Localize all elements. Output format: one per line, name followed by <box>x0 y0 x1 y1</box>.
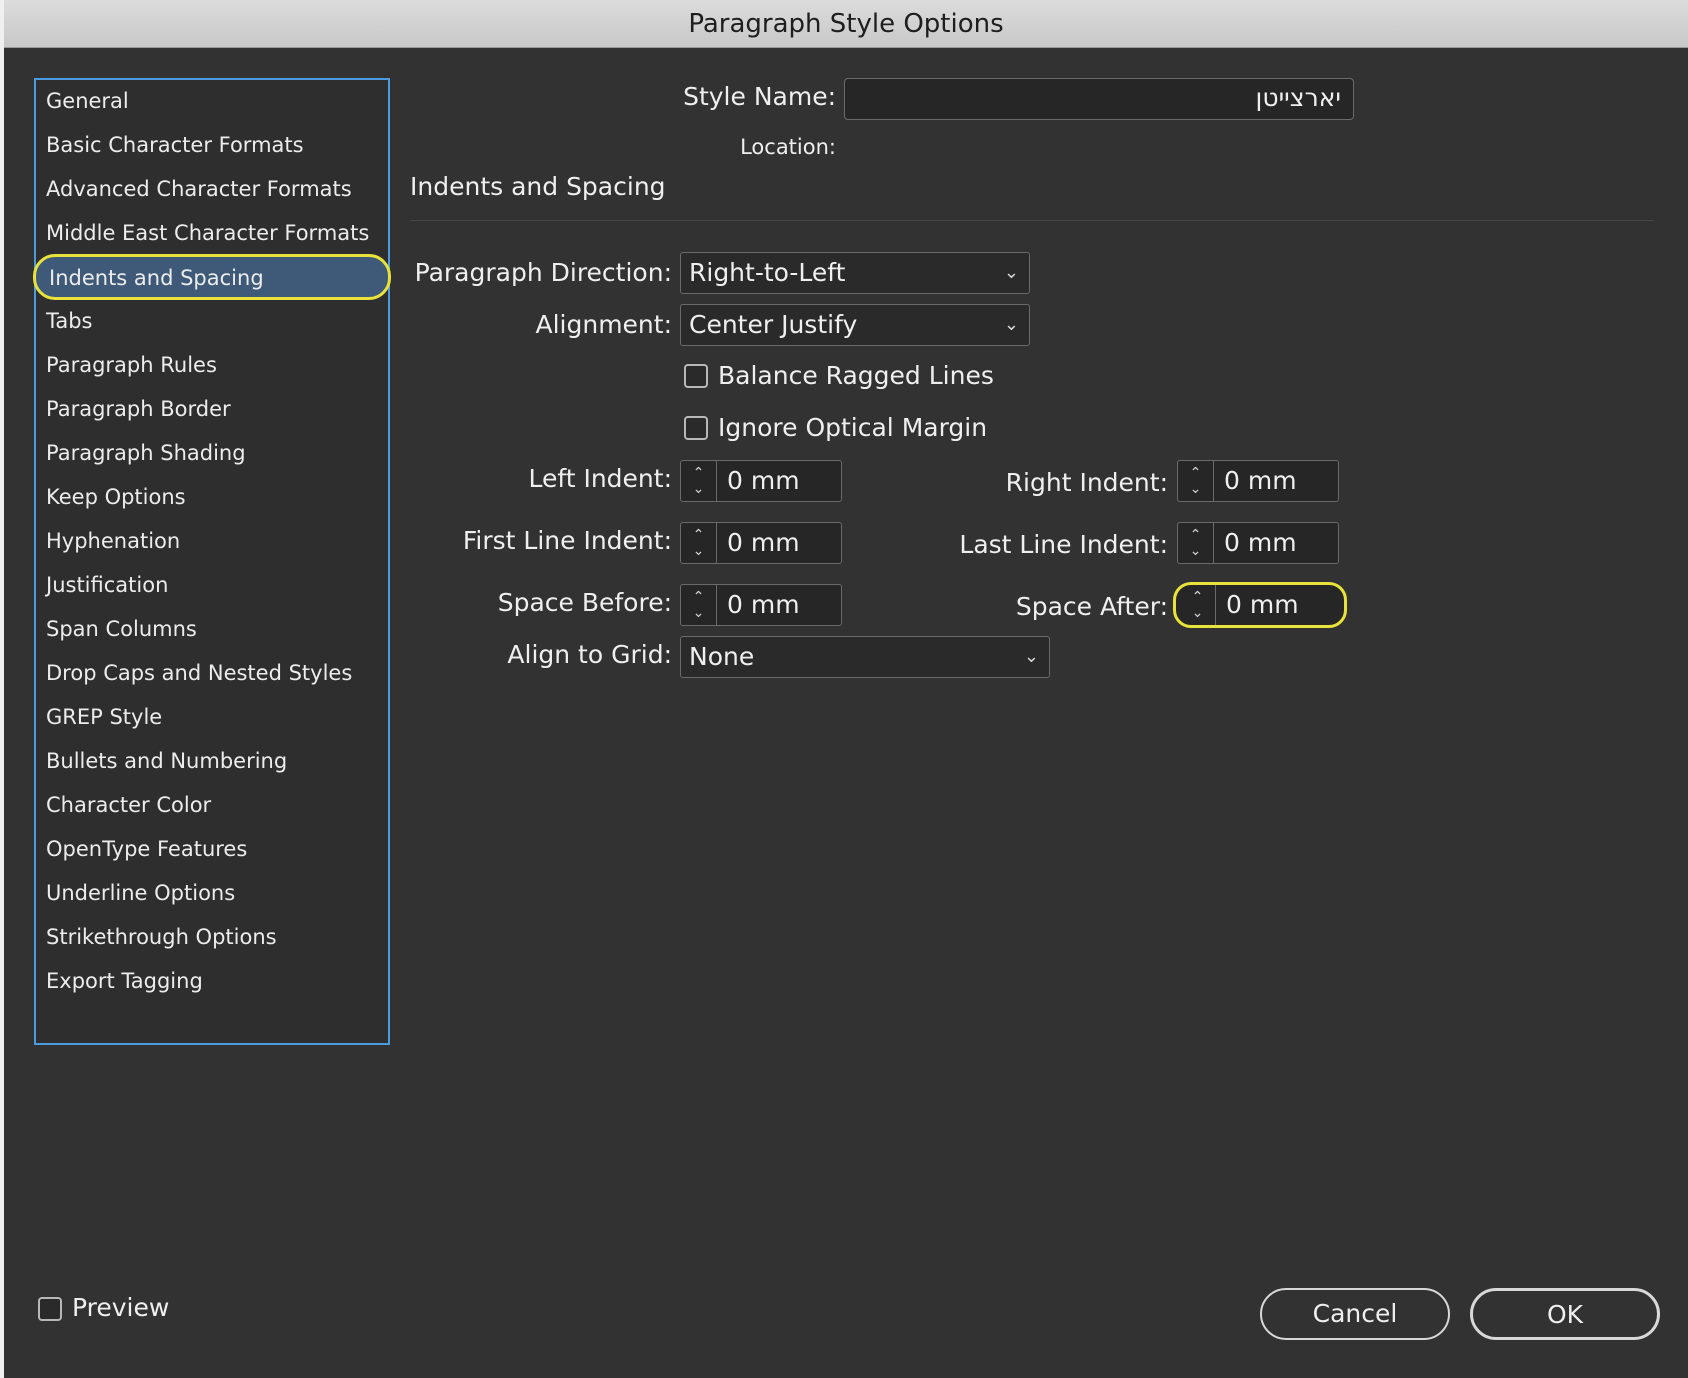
balance-ragged-lines-checkbox[interactable] <box>684 364 708 388</box>
sidebar-item-general[interactable]: General <box>36 80 388 122</box>
chevron-down-icon[interactable]: ⌄ <box>1192 605 1204 621</box>
chevron-up-icon[interactable]: ⌃ <box>1192 589 1204 605</box>
sidebar-item-tabs[interactable]: Tabs <box>36 300 388 342</box>
ignore-optical-margin-checkbox[interactable] <box>684 416 708 440</box>
preview-label: Preview <box>72 1293 170 1322</box>
paragraph-style-options-dialog: Paragraph Style Options General Basic Ch… <box>4 0 1688 1378</box>
stepper-arrows[interactable]: ⌃ ⌄ <box>681 461 717 501</box>
chevron-down-icon[interactable]: ⌄ <box>693 605 705 621</box>
stepper-arrows[interactable]: ⌃ ⌄ <box>1178 523 1214 563</box>
category-list: General Basic Character Formats Advanced… <box>33 78 391 1045</box>
space-before-value[interactable]: 0 mm <box>727 585 800 625</box>
last-line-indent-value[interactable]: 0 mm <box>1224 523 1297 563</box>
first-line-indent-stepper[interactable]: ⌃ ⌄ 0 mm <box>680 522 842 564</box>
space-after-value[interactable]: 0 mm <box>1226 585 1299 625</box>
sidebar-item-justification[interactable]: Justification <box>36 564 388 606</box>
sidebar-item-paragraph-border[interactable]: Paragraph Border <box>36 388 388 430</box>
chevron-down-icon: ⌄ <box>1003 262 1019 283</box>
chevron-down-icon: ⌄ <box>1003 314 1019 335</box>
align-to-grid-value: None <box>689 642 755 671</box>
ignore-optical-margin-label: Ignore Optical Margin <box>718 413 988 442</box>
stepper-arrows[interactable]: ⌃ ⌄ <box>681 523 717 563</box>
sidebar-item-export-tagging[interactable]: Export Tagging <box>36 960 388 1002</box>
sidebar-item-advanced-character-formats[interactable]: Advanced Character Formats <box>36 168 388 210</box>
stepper-arrows[interactable]: ⌃ ⌄ <box>1178 461 1214 501</box>
left-indent-value[interactable]: 0 mm <box>727 461 800 501</box>
chevron-up-icon[interactable]: ⌃ <box>693 465 705 481</box>
chevron-up-icon[interactable]: ⌃ <box>1190 465 1202 481</box>
first-line-indent-value[interactable]: 0 mm <box>727 523 800 563</box>
alignment-label: Alignment: <box>535 310 672 339</box>
sidebar-item-opentype-features[interactable]: OpenType Features <box>36 828 388 870</box>
sidebar-item-strikethrough-options[interactable]: Strikethrough Options <box>36 916 388 958</box>
chevron-down-icon[interactable]: ⌄ <box>1190 481 1202 497</box>
alignment-value: Center Justify <box>689 310 858 339</box>
last-line-indent-label: Last Line Indent: <box>959 530 1168 559</box>
space-after-stepper[interactable]: ⌃ ⌄ 0 mm <box>1173 582 1347 628</box>
ok-button[interactable]: OK <box>1470 1288 1660 1340</box>
right-indent-value[interactable]: 0 mm <box>1224 461 1297 501</box>
cancel-button[interactable]: Cancel <box>1260 1288 1450 1340</box>
preview-checkbox[interactable] <box>38 1297 62 1321</box>
title-bar: Paragraph Style Options <box>4 0 1688 48</box>
sidebar-item-hyphenation[interactable]: Hyphenation <box>36 520 388 562</box>
chevron-down-icon[interactable]: ⌄ <box>693 543 705 559</box>
left-indent-stepper[interactable]: ⌃ ⌄ 0 mm <box>680 460 842 502</box>
chevron-up-icon[interactable]: ⌃ <box>693 527 705 543</box>
space-after-label: Space After: <box>1015 592 1168 621</box>
sidebar-item-keep-options[interactable]: Keep Options <box>36 476 388 518</box>
sidebar-item-basic-character-formats[interactable]: Basic Character Formats <box>36 124 388 166</box>
chevron-up-icon[interactable]: ⌃ <box>693 589 705 605</box>
align-to-grid-dropdown[interactable]: None ⌄ <box>680 636 1050 678</box>
alignment-dropdown[interactable]: Center Justify ⌄ <box>680 304 1030 346</box>
paragraph-direction-label: Paragraph Direction: <box>414 258 672 287</box>
location-label: Location: <box>740 135 836 159</box>
stepper-arrows[interactable]: ⌃ ⌄ <box>681 585 717 625</box>
paragraph-direction-value: Right-to-Left <box>689 258 846 287</box>
chevron-down-icon[interactable]: ⌄ <box>693 481 705 497</box>
window-title: Paragraph Style Options <box>688 8 1004 39</box>
chevron-up-icon[interactable]: ⌃ <box>1190 527 1202 543</box>
sidebar-item-drop-caps-and-nested-styles[interactable]: Drop Caps and Nested Styles <box>36 652 388 694</box>
sidebar-item-span-columns[interactable]: Span Columns <box>36 608 388 650</box>
sidebar-item-bullets-and-numbering[interactable]: Bullets and Numbering <box>36 740 388 782</box>
sidebar-item-indents-and-spacing[interactable]: Indents and Spacing <box>33 254 391 300</box>
sidebar-item-paragraph-shading[interactable]: Paragraph Shading <box>36 432 388 474</box>
sidebar-item-underline-options[interactable]: Underline Options <box>36 872 388 914</box>
style-name-label: Style Name: <box>683 82 836 111</box>
chevron-down-icon[interactable]: ⌄ <box>1190 543 1202 559</box>
align-to-grid-label: Align to Grid: <box>507 640 672 669</box>
style-name-value: יארצייטן <box>1255 83 1341 112</box>
left-indent-label: Left Indent: <box>528 464 672 493</box>
sidebar-item-middle-east-character-formats[interactable]: Middle East Character Formats <box>36 212 388 254</box>
sidebar-item-character-color[interactable]: Character Color <box>36 784 388 826</box>
stepper-arrows[interactable]: ⌃ ⌄ <box>1180 585 1216 625</box>
first-line-indent-label: First Line Indent: <box>462 526 672 555</box>
section-divider <box>410 220 1654 221</box>
right-indent-stepper[interactable]: ⌃ ⌄ 0 mm <box>1177 460 1339 502</box>
right-indent-label: Right Indent: <box>1005 468 1168 497</box>
space-before-stepper[interactable]: ⌃ ⌄ 0 mm <box>680 584 842 626</box>
section-title: Indents and Spacing <box>410 172 666 201</box>
style-name-input[interactable]: יארצייטן <box>844 78 1354 120</box>
sidebar-item-grep-style[interactable]: GREP Style <box>36 696 388 738</box>
balance-ragged-lines-label: Balance Ragged Lines <box>718 361 994 390</box>
space-before-label: Space Before: <box>497 588 672 617</box>
sidebar-item-paragraph-rules[interactable]: Paragraph Rules <box>36 344 388 386</box>
chevron-down-icon: ⌄ <box>1023 646 1039 667</box>
last-line-indent-stepper[interactable]: ⌃ ⌄ 0 mm <box>1177 522 1339 564</box>
paragraph-direction-dropdown[interactable]: Right-to-Left ⌄ <box>680 252 1030 294</box>
